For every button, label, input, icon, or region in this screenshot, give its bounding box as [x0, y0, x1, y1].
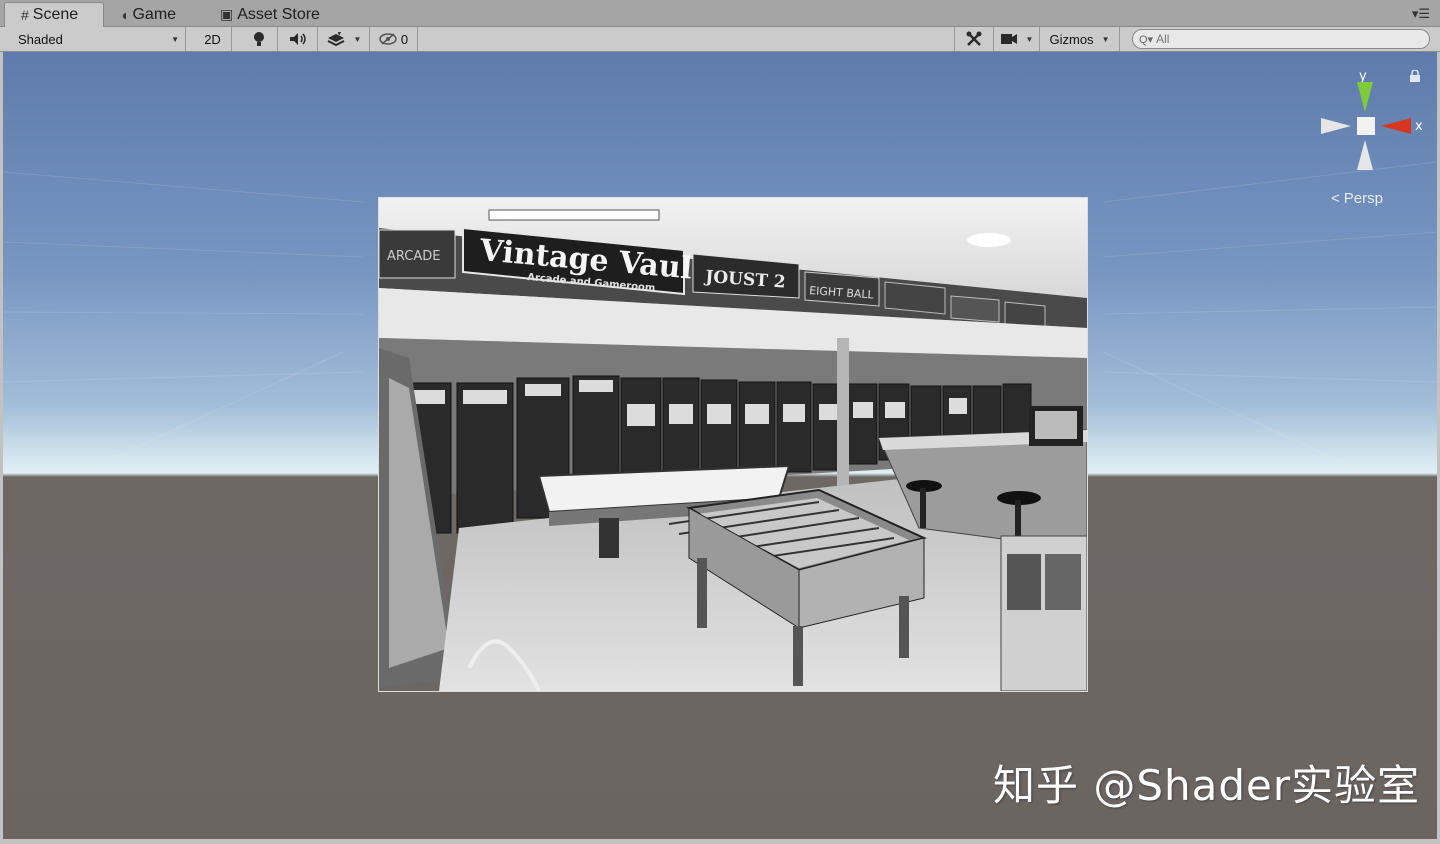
x-axis-cone[interactable]	[1381, 118, 1411, 134]
camera-icon	[1000, 34, 1017, 44]
tab-game-label: Game	[132, 5, 177, 23]
lighting-toggle-button[interactable]	[240, 27, 278, 51]
search-icon: Q▾	[1139, 33, 1154, 46]
neg-x-axis-cone[interactable]	[1321, 118, 1351, 134]
tab-asset-store[interactable]: ▣ Asset Store	[204, 2, 344, 27]
tools-button[interactable]	[954, 27, 994, 51]
gizmos-dropdown[interactable]: Gizmos ▼	[1040, 27, 1120, 51]
y-axis-cone[interactable]	[1357, 82, 1373, 112]
scene-grid-icon: #	[21, 7, 29, 23]
speaker-icon	[289, 33, 306, 45]
scene-toolbar: Shaded ▼ 2D ▼ 0 ▼ Gizmos ▼ Q▾ All	[0, 27, 1440, 52]
camera-dropdown[interactable]: ▼	[994, 27, 1040, 51]
lightbulb-icon	[253, 32, 264, 46]
gizmos-label: Gizmos	[1049, 31, 1094, 47]
tab-asset-store-label: Asset Store	[237, 5, 320, 23]
scene-viewport[interactable]: ARCADE Vintage Vault Arcade and Gameroom…	[3, 52, 1437, 839]
tab-menu-icon[interactable]: ▾☰	[1412, 6, 1430, 22]
neg-y-axis-cone[interactable]	[1357, 140, 1373, 170]
chevron-down-icon: ▼	[353, 34, 362, 44]
audio-toggle-button[interactable]	[278, 27, 318, 51]
orientation-gizmo[interactable]: y x	[1315, 66, 1425, 176]
hidden-count: 0	[400, 31, 409, 47]
tab-scene-label: Scene	[32, 6, 79, 23]
tab-scene[interactable]: # Scene	[4, 2, 104, 27]
watermark: 知乎 @Shader实验室	[993, 761, 1421, 810]
eye-hidden-icon	[379, 33, 397, 45]
left-sign-text: ARCADE	[387, 249, 440, 264]
tab-game[interactable]: ◖ Game	[104, 2, 204, 27]
perspective-chevron-icon: <	[1331, 190, 1340, 207]
scene-search-input[interactable]: Q▾ All	[1132, 29, 1430, 49]
draw-mode-label: Shaded	[18, 31, 63, 47]
axis-y-label: y	[1359, 69, 1367, 84]
projection-label: Persp	[1343, 190, 1383, 207]
effects-layers-icon	[327, 32, 344, 47]
draw-mode-dropdown[interactable]: Shaded ▼	[8, 27, 186, 51]
arcade-room-texture: ARCADE Vintage Vault Arcade and Gameroom…	[379, 198, 1087, 691]
textured-quad[interactable]: ARCADE Vintage Vault Arcade and Gameroom…	[378, 197, 1088, 692]
2d-label: 2D	[204, 31, 221, 47]
effects-dropdown[interactable]: ▼	[318, 27, 370, 51]
chevron-down-icon: ▼	[1025, 34, 1034, 44]
search-placeholder: All	[1156, 32, 1170, 46]
axis-x-label: x	[1415, 119, 1423, 134]
tab-bar: # Scene ◖ Game ▣ Asset Store ▾☰	[0, 0, 1440, 27]
asset-store-bag-icon: ▣	[220, 6, 234, 22]
game-pacman-icon: ◖	[120, 6, 129, 23]
tools-wrench-icon	[966, 31, 982, 46]
hidden-objects-toggle[interactable]: 0	[370, 27, 418, 51]
2d-toggle-button[interactable]: 2D	[194, 27, 232, 51]
projection-toggle[interactable]: < Persp	[1331, 190, 1383, 207]
lock-icon[interactable]	[1409, 70, 1421, 82]
chevron-down-icon: ▼	[1101, 34, 1110, 44]
gizmo-center-cube[interactable]	[1357, 117, 1375, 135]
chevron-down-icon: ▼	[171, 34, 179, 44]
